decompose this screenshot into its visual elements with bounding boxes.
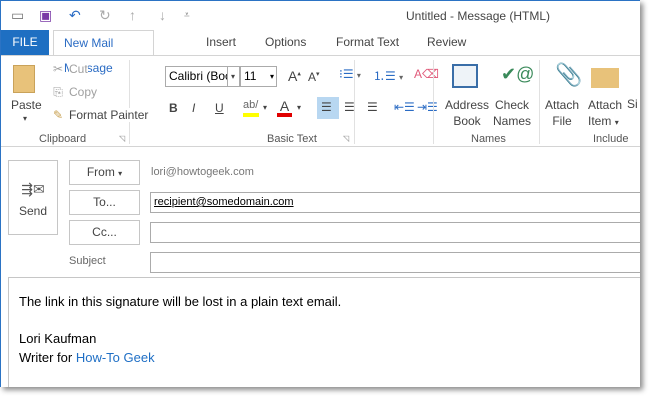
address-book-button[interactable]: Address Book bbox=[445, 97, 489, 129]
attach-file-label-1: Attach bbox=[545, 98, 580, 112]
check-names-label-1: Check bbox=[495, 98, 530, 112]
shrink-font-icon[interactable]: A▾ bbox=[308, 70, 320, 84]
include-group-label: Include bbox=[593, 133, 629, 145]
customize-toolbar-icon[interactable]: ⩡ bbox=[184, 10, 190, 21]
from-address: lori@howtogeek.com bbox=[151, 166, 254, 178]
align-left-button[interactable]: ☰ bbox=[317, 97, 339, 119]
from-label: From bbox=[86, 165, 115, 179]
names-group-label: Names bbox=[471, 133, 506, 145]
send-icon: ⇶✉ bbox=[21, 181, 45, 197]
align-right-icon[interactable]: ☰ bbox=[367, 100, 378, 114]
signature-name: Lori Kaufman bbox=[19, 331, 97, 346]
body-line: The link in this signature will be lost … bbox=[19, 294, 342, 309]
check-names-label-2: Names bbox=[493, 114, 532, 128]
paste-icon[interactable] bbox=[13, 65, 35, 93]
numbering-icon[interactable]: ⒈☰ ▾ bbox=[373, 67, 403, 84]
copy-row[interactable]: ⎘ Copy bbox=[51, 85, 98, 99]
subject-field[interactable] bbox=[150, 252, 640, 273]
bullets-icon[interactable]: ⁝☰ ▾ bbox=[339, 67, 361, 81]
signature-title: Writer for How-To Geek bbox=[19, 350, 155, 365]
font-name-value: Calibri (Boc bbox=[169, 69, 228, 83]
copy-icon: ⎘ bbox=[53, 85, 63, 99]
cut-row[interactable]: ✂ Cut bbox=[51, 62, 88, 76]
align-left-icon: ☰ bbox=[321, 100, 332, 114]
clear-formatting-icon[interactable]: A⌫ bbox=[414, 67, 439, 81]
send-button[interactable]: ⇶✉ Send bbox=[8, 160, 58, 235]
italic-button[interactable]: I bbox=[192, 101, 195, 115]
check-names-button[interactable]: Check Names bbox=[493, 97, 531, 129]
format-painter-icon: ✎ bbox=[52, 108, 64, 122]
send-label: Send bbox=[18, 204, 48, 218]
tab-format-text[interactable]: Format Text bbox=[326, 30, 409, 55]
cc-button[interactable]: Cc... bbox=[69, 220, 140, 245]
address-book-label-1: Address bbox=[445, 98, 490, 112]
to-field[interactable]: recipient@somedomain.com bbox=[150, 192, 640, 213]
to-recipient[interactable]: recipient@somedomain.com bbox=[154, 196, 294, 208]
copy-button[interactable]: Copy bbox=[69, 85, 98, 99]
attach-file-label-2: File bbox=[552, 114, 572, 128]
tab-review[interactable]: Review bbox=[417, 30, 476, 55]
clipboard-group-label: Clipboard bbox=[39, 133, 87, 145]
clipboard-launcher-icon[interactable]: ◹ bbox=[119, 134, 125, 143]
underline-button[interactable]: U bbox=[215, 101, 224, 115]
basic-text-launcher-icon[interactable]: ◹ bbox=[343, 134, 349, 143]
font-color-icon[interactable]: A bbox=[277, 98, 292, 117]
format-painter-row[interactable]: ✎ Format Painter bbox=[51, 108, 149, 122]
address-book-label-2: Book bbox=[453, 114, 481, 128]
highlight-color-icon[interactable]: ab/ bbox=[243, 99, 259, 117]
paste-dropdown-icon[interactable]: ▾ bbox=[23, 114, 27, 123]
attach-item-label-2: Item bbox=[588, 114, 612, 128]
attach-item-label-1: Attach bbox=[588, 98, 623, 112]
outlook-app-icon[interactable]: ▭ bbox=[11, 7, 24, 24]
basic-text-group-label: Basic Text bbox=[267, 133, 317, 145]
format-painter-button[interactable]: Format Painter bbox=[69, 108, 149, 122]
highlight-dropdown-icon[interactable]: ▾ bbox=[263, 103, 267, 112]
font-size-select[interactable]: 11 ▾ bbox=[240, 66, 277, 87]
attach-file-icon: 📎 bbox=[555, 62, 583, 87]
paste-button[interactable]: Paste bbox=[11, 98, 42, 112]
attach-item-icon bbox=[591, 68, 619, 88]
outlook-message-window: ▭ ▣ ↶ ↻ ↑ ↓ ⩡ Untitled - Message (HTML) … bbox=[0, 0, 640, 387]
address-book-icon bbox=[452, 64, 478, 88]
signature-link[interactable]: How-To Geek bbox=[76, 350, 155, 365]
window-title: Untitled - Message (HTML) bbox=[406, 9, 551, 23]
cc-field[interactable] bbox=[150, 222, 640, 243]
tab-new-mail-message[interactable]: New Mail Message bbox=[53, 30, 154, 75]
down-arrow-icon[interactable]: ↓ bbox=[159, 7, 166, 23]
subject-label: Subject bbox=[69, 255, 106, 267]
save-icon[interactable]: ▣ bbox=[39, 7, 52, 24]
check-names-icon: ✔@ bbox=[501, 64, 535, 84]
redo-icon[interactable]: ↻ bbox=[99, 7, 111, 24]
cut-icon: ✂ bbox=[52, 62, 64, 76]
undo-icon[interactable]: ↶ bbox=[69, 7, 81, 24]
font-size-dropdown-icon: ▾ bbox=[269, 72, 274, 81]
tab-file[interactable]: FILE bbox=[1, 30, 49, 55]
signature-button[interactable]: Si bbox=[627, 97, 638, 111]
up-arrow-icon[interactable]: ↑ bbox=[129, 7, 136, 23]
font-color-dropdown-icon[interactable]: ▾ bbox=[297, 103, 301, 112]
to-button[interactable]: To... bbox=[69, 190, 140, 215]
tab-insert[interactable]: Insert bbox=[196, 30, 246, 55]
attach-file-button[interactable]: Attach File bbox=[545, 97, 579, 129]
from-button[interactable]: From ▾ bbox=[69, 160, 140, 185]
cut-button[interactable]: Cut bbox=[69, 62, 88, 76]
signature-writer-for: Writer for bbox=[19, 350, 73, 365]
increase-indent-icon[interactable]: ⇥☰ bbox=[417, 100, 438, 114]
decrease-indent-icon[interactable]: ⇤☰ bbox=[394, 100, 415, 114]
bold-button[interactable]: B bbox=[169, 101, 178, 115]
font-size-value: 11 bbox=[244, 69, 257, 83]
font-name-select[interactable]: Calibri (Boc bbox=[165, 66, 228, 87]
tab-options[interactable]: Options bbox=[255, 30, 316, 55]
grow-font-icon[interactable]: A▴ bbox=[288, 68, 301, 84]
attach-item-button[interactable]: Attach Item ▾ bbox=[588, 97, 622, 131]
from-dropdown-icon: ▾ bbox=[118, 169, 123, 178]
font-name-dropdown-icon[interactable]: ▾ bbox=[227, 66, 240, 87]
